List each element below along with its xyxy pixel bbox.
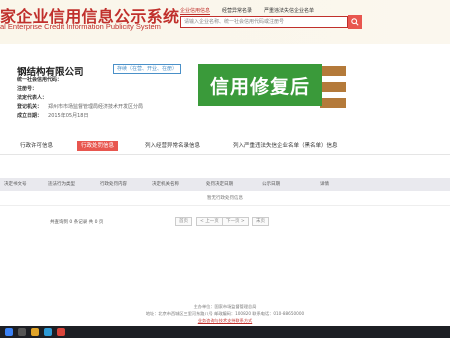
search-input[interactable]: 请输入企业名称、统一社会信用代码或注册号 <box>180 16 348 28</box>
site-header: 家企业信用信息公示系统 al Enterprise Credit Informa… <box>0 0 450 44</box>
tab-serious-violation[interactable]: 列入严重违法失信企业名单（黑名单）信息 <box>233 141 338 151</box>
field-reg-number: 注册号： <box>17 86 38 92</box>
start-icon[interactable] <box>5 328 13 336</box>
side-button-1[interactable] <box>320 66 346 76</box>
field-legal-rep: 法定代表人： <box>17 95 48 101</box>
nav-credit-info[interactable]: 企业信用信息 <box>180 7 211 15</box>
col-authority-name: 决定机关名称 <box>152 182 179 187</box>
tab-abnormal-operation[interactable]: 列入经营异常名录信息 <box>145 141 200 151</box>
search-taskbar-icon[interactable] <box>18 328 26 336</box>
footer-organizer: 主办单位：国家市场监督管理总局 <box>193 304 257 309</box>
side-button-3[interactable] <box>320 98 346 108</box>
col-details: 详情 <box>320 182 329 187</box>
status-badge: 存续（在营、开业、在册） <box>113 64 182 74</box>
table-empty-row: 暂无行政处罚信息 <box>0 192 450 206</box>
col-violation-type: 违法行为类型 <box>48 182 75 187</box>
pager-info: 共查询到 0 条记录 共 0 页 <box>50 220 104 225</box>
col-publish-date: 公示日期 <box>262 182 280 187</box>
nav-blacklist[interactable]: 严重违法失信企业名单 <box>264 7 314 15</box>
field-credit-code: 统一社会信用代码： <box>17 77 63 83</box>
tab-admin-license[interactable]: 行政许可信息 <box>20 141 53 151</box>
side-button-2[interactable] <box>320 82 346 92</box>
pager-next[interactable]: 下一页 > <box>222 217 249 226</box>
field-reg-authority: 登记机关： 郑州市市场监督管理局经济技术开发区分局 <box>17 104 144 110</box>
footer-support-link[interactable]: 业务咨询与技术支持联系方式 <box>0 318 450 324</box>
top-nav: 企业信用信息 经营异常名录 严重违法失信企业名单 <box>180 7 314 15</box>
col-penalty-content: 行政处罚内容 <box>100 182 127 187</box>
col-decision-number: 决定书文号 <box>4 182 27 187</box>
col-penalty-date: 处罚决定日期 <box>206 182 233 187</box>
tab-admin-penalty[interactable]: 行政处罚信息 <box>77 141 119 151</box>
folder-icon[interactable] <box>31 328 39 336</box>
search-icon <box>351 18 359 26</box>
search-button[interactable] <box>348 15 362 29</box>
pager-first[interactable]: 首页 <box>175 217 192 226</box>
footer-address: 地址：北京市西城区三里河东路八号 邮政编码：100820 联系电话：010-88… <box>145 311 305 316</box>
app-icon[interactable] <box>57 328 65 336</box>
site-subtitle: al Enterprise Credit Information Publici… <box>0 22 161 31</box>
os-taskbar <box>0 326 450 338</box>
pager-prev[interactable]: < 上一页 <box>196 217 223 226</box>
overlay-banner: 信用修复后 <box>198 64 322 106</box>
tab-bar <box>0 141 450 155</box>
browser-icon[interactable] <box>44 328 52 336</box>
pager-last[interactable]: 末页 <box>252 217 269 226</box>
nav-abnormal-list[interactable]: 经营异常名录 <box>222 7 252 15</box>
field-established-date: 成立日期： 2015年05月18日 <box>17 113 89 119</box>
